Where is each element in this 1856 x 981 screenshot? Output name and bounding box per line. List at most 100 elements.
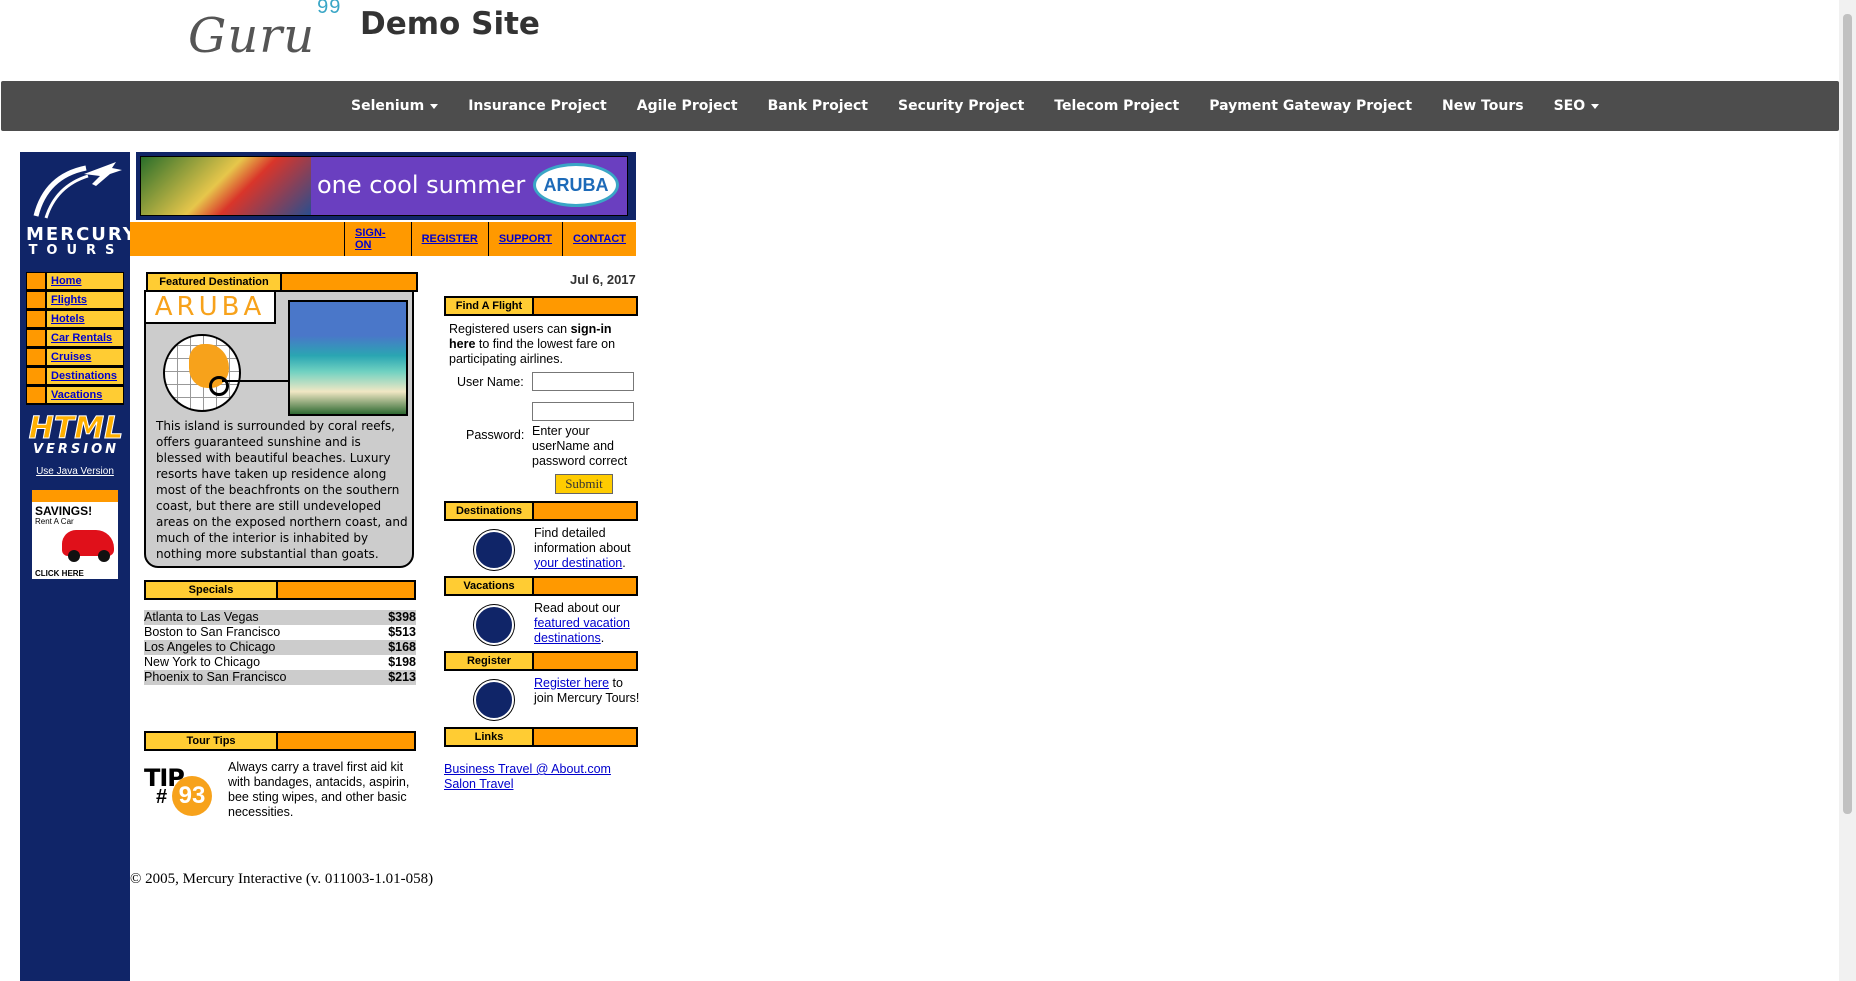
nav-payment-gateway-project[interactable]: Payment Gateway Project: [1209, 98, 1412, 114]
price: $168: [388, 640, 416, 654]
nav-bank-project[interactable]: Bank Project: [768, 98, 868, 114]
route: Atlanta to Las Vegas: [144, 610, 259, 624]
location-marker-icon: [209, 376, 229, 396]
tip-hash: #: [156, 786, 168, 808]
register-here-link[interactable]: Register here: [534, 676, 609, 690]
toplink-signon-cell: SIGN-ON: [344, 222, 411, 256]
rent-a-car-ad[interactable]: SAVINGS! Rent A Car CLICK HERE: [32, 490, 118, 579]
bullet-square-icon: [27, 273, 47, 289]
list-item: Salon Travel: [444, 777, 611, 792]
route: Phoenix to San Francisco: [144, 670, 287, 684]
price: $198: [388, 655, 416, 669]
sign-on-link[interactable]: SIGN-ON: [355, 227, 401, 251]
banner-ad[interactable]: one cool summer ARUBA: [136, 152, 636, 220]
register-text: Register here to join Mercury Tours!: [534, 676, 642, 706]
nav-selenium[interactable]: Selenium: [351, 98, 439, 114]
html-logo-text: HTML: [28, 411, 124, 446]
nav-label: Selenium: [351, 98, 425, 114]
support-link[interactable]: SUPPORT: [499, 233, 552, 245]
nav-telecom-project[interactable]: Telecom Project: [1054, 98, 1179, 114]
nav-security-project[interactable]: Security Project: [898, 98, 1024, 114]
sidebar-item-destinations: Destinations: [26, 367, 124, 385]
bullet-square-icon: [27, 368, 47, 384]
banner-inner: one cool summer ARUBA: [140, 156, 628, 216]
globe-icon: [163, 334, 241, 412]
html-logo-sub: VERSION: [32, 442, 120, 457]
nav-new-tours[interactable]: New Tours: [1442, 98, 1524, 114]
your-destination-link[interactable]: your destination: [534, 556, 622, 570]
sidebar-link-vacations[interactable]: Vacations: [47, 387, 102, 403]
top-links-bar: SIGN-ON REGISTER SUPPORT CONTACT: [130, 222, 636, 256]
table-row: Atlanta to Las Vegas $398: [144, 610, 416, 625]
banner-text: one cool summer: [317, 171, 526, 199]
html-version-logo: HTML VERSION: [26, 411, 126, 457]
logo-line2: TOURS: [28, 243, 124, 258]
nav-insurance-project[interactable]: Insurance Project: [468, 98, 607, 114]
tour-tip-text: Always carry a travel first aid kit with…: [228, 760, 410, 819]
nav-seo[interactable]: SEO: [1554, 98, 1600, 114]
tip-number: 93: [172, 776, 212, 816]
salon-travel-link[interactable]: Salon Travel: [444, 777, 513, 791]
tour-tips-header: Tour Tips: [144, 731, 416, 751]
submit-button[interactable]: Submit: [555, 474, 613, 494]
section-label: Find A Flight: [446, 298, 534, 314]
sidebar-menu: Home Flights Hotels Car Rentals Cruises …: [26, 272, 124, 405]
top-navbar: Selenium Insurance Project Agile Project…: [1, 81, 1839, 131]
sidebar-item-vacations: Vacations: [26, 386, 124, 404]
java-version-link-wrap: Use Java Version: [20, 466, 130, 477]
featured-destination-header: Featured Destination: [146, 272, 418, 292]
caret-down-icon: [430, 103, 439, 109]
price: $398: [388, 610, 416, 624]
register-icon: [474, 680, 514, 720]
sidebar-link-cruises[interactable]: Cruises: [47, 349, 91, 365]
wheel-icon: [98, 550, 110, 562]
section-label: Specials: [146, 582, 278, 598]
guru99-logo[interactable]: Guru99: [188, 0, 340, 64]
nav-label: SEO: [1553, 98, 1586, 114]
specials-table: Atlanta to Las Vegas $398 Boston to San F…: [144, 610, 416, 685]
section-label: Vacations: [446, 578, 534, 594]
password-input[interactable]: [532, 402, 634, 421]
nav-agile-project[interactable]: Agile Project: [637, 98, 738, 114]
route: Los Angeles to Chicago: [144, 640, 276, 654]
password-hint: Enter your userName and password correct: [532, 424, 628, 468]
route: New York to Chicago: [144, 655, 261, 669]
sidebar-link-car-rentals[interactable]: Car Rentals: [47, 330, 112, 346]
register-link[interactable]: REGISTER: [422, 233, 478, 245]
bullet-square-icon: [27, 349, 47, 365]
text: .: [600, 631, 605, 645]
table-row: Los Angeles to Chicago $168: [144, 640, 416, 655]
current-date: Jul 6, 2017: [570, 272, 636, 287]
intro-text: Registered users can: [449, 322, 571, 336]
ad-subtitle: Rent A Car: [35, 517, 74, 526]
price: $213: [388, 670, 416, 684]
left-sidebar: MERCURY TOURS Home Flights Hotels Car Re…: [20, 152, 138, 981]
business-travel-link[interactable]: Business Travel @ About.com: [444, 762, 611, 776]
aruba-beach-photo: [288, 300, 408, 416]
text: Read about our: [534, 601, 621, 615]
username-input[interactable]: [532, 372, 634, 391]
featured-vacation-link[interactable]: featured vacation destinations: [534, 616, 630, 645]
sun-icon: [474, 605, 514, 645]
sidebar-link-flights[interactable]: Flights: [47, 292, 87, 308]
table-row: Phoenix to San Francisco $213: [144, 670, 416, 685]
scrollbar-thumb[interactable]: [1843, 14, 1852, 814]
java-version-link[interactable]: Use Java Version: [36, 466, 114, 477]
section-label: Destinations: [446, 503, 534, 519]
featured-title: ARUBA: [144, 290, 276, 324]
sidebar-item-flights: Flights: [26, 291, 124, 309]
logo-text: Guru: [188, 8, 316, 64]
globe-destination-icon: [474, 530, 514, 570]
caret-down-icon: [1591, 103, 1600, 109]
ad-cta: CLICK HERE: [35, 569, 84, 578]
aruba-badge: ARUBA: [533, 163, 619, 207]
section-label: Register: [446, 653, 534, 669]
specials-header: Specials: [144, 580, 416, 600]
sidebar-link-home[interactable]: Home: [47, 273, 82, 289]
sidebar-link-destinations[interactable]: Destinations: [47, 368, 117, 384]
logo-line1: MERCURY: [26, 224, 138, 245]
page-scrollbar[interactable]: [1839, 0, 1856, 981]
sidebar-link-hotels[interactable]: Hotels: [47, 311, 85, 327]
links-list: Business Travel @ About.com Salon Travel: [444, 762, 611, 792]
contact-link[interactable]: CONTACT: [573, 233, 626, 245]
